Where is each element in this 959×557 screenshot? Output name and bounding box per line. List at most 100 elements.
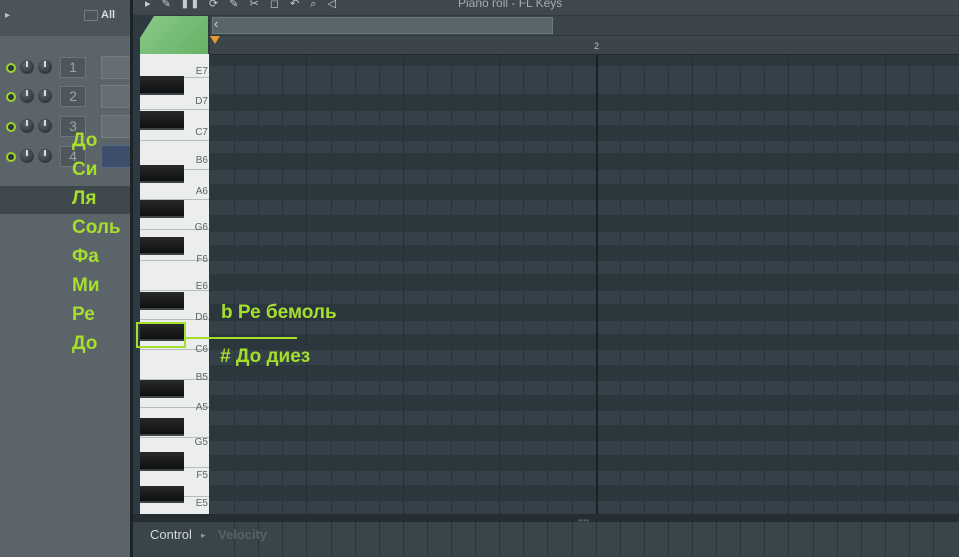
velocity-parameter-label[interactable]: Velocity [218,527,267,542]
note-grid[interactable] [210,55,959,514]
channel-2-volume-knob[interactable] [38,89,52,103]
black-key[interactable] [140,76,184,95]
grid-line [861,55,862,514]
channel-3-pan-knob[interactable] [20,119,34,133]
grid-black-key-row [210,94,959,111]
grid-line [933,55,934,514]
grid-line [572,55,573,514]
channel-rack-menu-arrow-icon[interactable]: ▸ [5,10,10,21]
octave-label: E5 [195,498,208,509]
black-key[interactable] [140,200,184,218]
channel-4-pan-knob[interactable] [20,149,34,163]
grid-line [331,55,332,514]
octave-label: E7 [195,66,208,77]
octave-label: E6 [195,281,208,292]
grid-line [403,55,404,514]
piano-keyboard[interactable]: E7 D7 C7 B6 A6 G6 F6 E6 D6 C6 B5 A5 G5 F5 E5 [140,54,209,514]
white-key-divider [140,109,209,110]
channel-row-2[interactable]: 2 [0,83,133,109]
channel-2-led-icon[interactable] [6,92,16,102]
channel-row-1[interactable]: 1 [0,54,133,80]
event-grid-line [668,522,669,557]
channel-1-volume-knob[interactable] [38,60,52,74]
black-key[interactable] [140,380,184,398]
octave-label: D7 [195,96,208,107]
channel-row-4[interactable]: 4 [0,143,133,169]
grid-line [523,55,524,514]
grid-black-key-row [210,455,959,471]
toolbar-tool-icons[interactable]: ▸ ✎ ▮▮ ⟳ ✎ ✂ ◻ ↶ ⌕ ◁ [145,0,340,11]
annotation-divider-line [186,337,297,339]
white-key-divider [140,140,209,141]
grid-black-key-row [210,334,959,350]
black-key[interactable] [140,111,184,130]
grid-line [788,55,789,514]
scrollbar-thumb[interactable] [212,17,553,34]
piano-roll-header-tab[interactable] [140,16,208,54]
grid-line [740,55,741,514]
event-grid-line [523,522,524,557]
playhead-marker-icon[interactable] [210,36,220,44]
filter-all-button[interactable]: All [101,9,115,21]
grid-line [668,55,669,514]
event-grid-line [306,522,307,557]
grid-black-key-row [210,125,959,141]
grid-black-key-row [210,184,959,200]
grid-line [475,55,476,514]
channel-1-name-slot[interactable] [101,56,133,79]
black-key[interactable] [140,165,184,183]
grid-line [234,55,235,514]
black-key[interactable] [140,418,184,436]
channel-2-number[interactable]: 2 [60,86,86,107]
grid-line [620,55,621,514]
grid-line [644,55,645,514]
channel-1-number[interactable]: 1 [60,57,86,78]
annotation-black-key-highlight [136,322,186,348]
channel-3-led-icon[interactable] [6,122,16,132]
channel-3-volume-knob[interactable] [38,119,52,133]
grid-line [885,55,886,514]
channel-3-name-slot[interactable] [101,115,133,138]
octave-label: C6 [195,344,208,355]
channel-1-pan-knob[interactable] [20,60,34,74]
black-key[interactable] [140,292,184,310]
channel-4-volume-knob[interactable] [38,149,52,163]
black-key[interactable] [140,486,184,503]
channel-4-led-icon[interactable] [6,152,16,162]
control-selector[interactable]: Control [150,527,192,542]
channel-2-pan-knob[interactable] [20,89,34,103]
grid-black-key-row [210,365,959,381]
channel-2-name-slot[interactable] [101,85,133,108]
event-grid-line [355,522,356,557]
grid-black-key-row [210,485,959,501]
grid-black-key-row [210,425,959,441]
event-grid-line [837,522,838,557]
octave-label: A6 [195,186,208,197]
folder-icon[interactable] [84,10,98,21]
black-key[interactable] [140,237,184,255]
event-grid-line [475,522,476,557]
grid-line [764,55,765,514]
event-grid-line [933,522,934,557]
event-grid-line [644,522,645,557]
control-dropdown-icon[interactable]: ▸ [201,530,206,541]
event-grid-line [692,522,693,557]
event-editor-splitter[interactable] [133,514,959,522]
scroll-left-icon[interactable]: ‹ [214,16,218,31]
event-editor-grid[interactable] [210,522,959,557]
panel-divider[interactable] [130,0,133,557]
event-grid-line [331,522,332,557]
grid-black-key-row [210,395,959,411]
event-grid-line [909,522,910,557]
octave-label: B5 [195,372,208,383]
octave-label: A5 [195,402,208,413]
event-grid-line [282,522,283,557]
annotation-solfege-4: Соль [72,217,121,238]
timeline-ruler[interactable] [210,36,959,55]
grid-black-key-row [210,245,959,261]
channel-4-name-slot[interactable] [101,145,133,168]
channel-1-led-icon[interactable] [6,63,16,73]
event-grid-line [764,522,765,557]
channel-row-3[interactable]: 3 [0,113,133,139]
black-key[interactable] [140,452,184,471]
